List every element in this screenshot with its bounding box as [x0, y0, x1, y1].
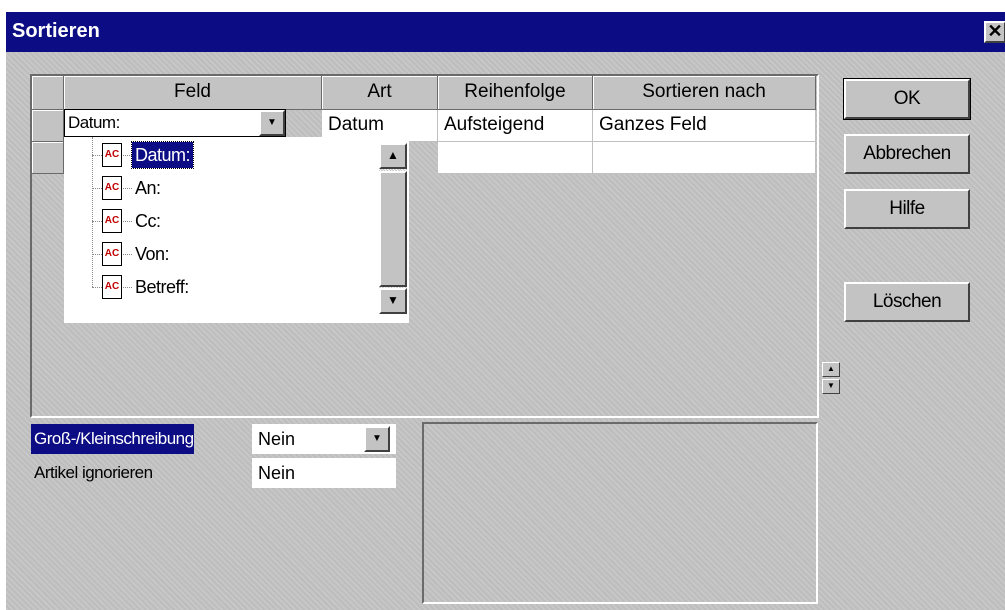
- list-item[interactable]: AC Betreff:: [64, 271, 404, 303]
- title-bar[interactable]: Sortieren ✕: [6, 12, 1005, 52]
- chevron-down-icon[interactable]: ▼: [364, 426, 390, 452]
- dropdown-scrollbar[interactable]: ▲ ▼: [379, 143, 407, 314]
- text-field-icon: AC: [102, 275, 122, 299]
- column-header-reihenfolge[interactable]: Reihenfolge: [438, 76, 593, 110]
- description-panel: [422, 422, 818, 604]
- text-field-icon: AC: [102, 176, 122, 200]
- close-button[interactable]: ✕: [984, 21, 1005, 43]
- list-item-label: Von:: [135, 244, 170, 264]
- field-dropdown-list: AC Datum: AC An: AC Cc: AC Von: AC Betre…: [64, 137, 409, 323]
- sort-dialog: Sortieren ✕ Feld Art Reihenfolge Sortier…: [6, 12, 1005, 610]
- delete-button[interactable]: Löschen: [844, 282, 970, 322]
- column-header-sortieren-nach[interactable]: Sortieren nach: [593, 76, 816, 110]
- property-label-case[interactable]: Groß-/Kleinschreibung: [31, 424, 194, 454]
- cell-reihenfolge-row1[interactable]: Aufsteigend: [438, 110, 593, 142]
- property-label-articles[interactable]: Artikel ignorieren: [31, 458, 153, 488]
- row-header-1[interactable]: [32, 110, 64, 142]
- column-header-art[interactable]: Art: [322, 76, 438, 110]
- field-combobox-value: Datum:: [68, 113, 120, 132]
- text-field-icon: AC: [102, 209, 122, 233]
- list-item[interactable]: AC Cc:: [64, 205, 404, 237]
- list-item[interactable]: AC Datum:: [64, 139, 404, 171]
- scrollbar-thumb[interactable]: [379, 171, 407, 287]
- grid-corner: [32, 76, 64, 110]
- text-field-icon: AC: [102, 242, 122, 266]
- move-down-icon[interactable]: ▼: [822, 379, 840, 394]
- dialog-title: Sortieren: [12, 20, 100, 42]
- move-up-icon[interactable]: ▲: [822, 362, 840, 377]
- chevron-down-icon[interactable]: ▼: [259, 110, 285, 136]
- cancel-button[interactable]: Abbrechen: [844, 134, 970, 174]
- field-combobox[interactable]: Datum: ▼: [64, 109, 286, 137]
- column-header-feld[interactable]: Feld: [64, 76, 322, 110]
- row-header-2[interactable]: [32, 142, 64, 174]
- cell-reihenfolge-row2[interactable]: [438, 142, 593, 174]
- scroll-up-icon[interactable]: ▲: [379, 143, 407, 169]
- list-item[interactable]: AC Von:: [64, 238, 404, 270]
- scroll-down-icon[interactable]: ▼: [379, 288, 407, 314]
- ok-button[interactable]: OK: [843, 78, 971, 120]
- property-value-articles[interactable]: Nein: [252, 458, 396, 488]
- text-field-icon: AC: [102, 143, 122, 167]
- list-item-label: Cc:: [135, 211, 161, 231]
- cell-sortieren-nach-row2[interactable]: [593, 142, 816, 174]
- list-item-label: Betreff:: [135, 277, 189, 297]
- list-item-label: Datum:: [130, 141, 195, 169]
- cell-sortieren-nach-row1[interactable]: Ganzes Feld: [593, 110, 816, 142]
- list-item[interactable]: AC An:: [64, 172, 404, 204]
- help-button[interactable]: Hilfe: [844, 189, 970, 229]
- list-item-label: An:: [135, 178, 161, 198]
